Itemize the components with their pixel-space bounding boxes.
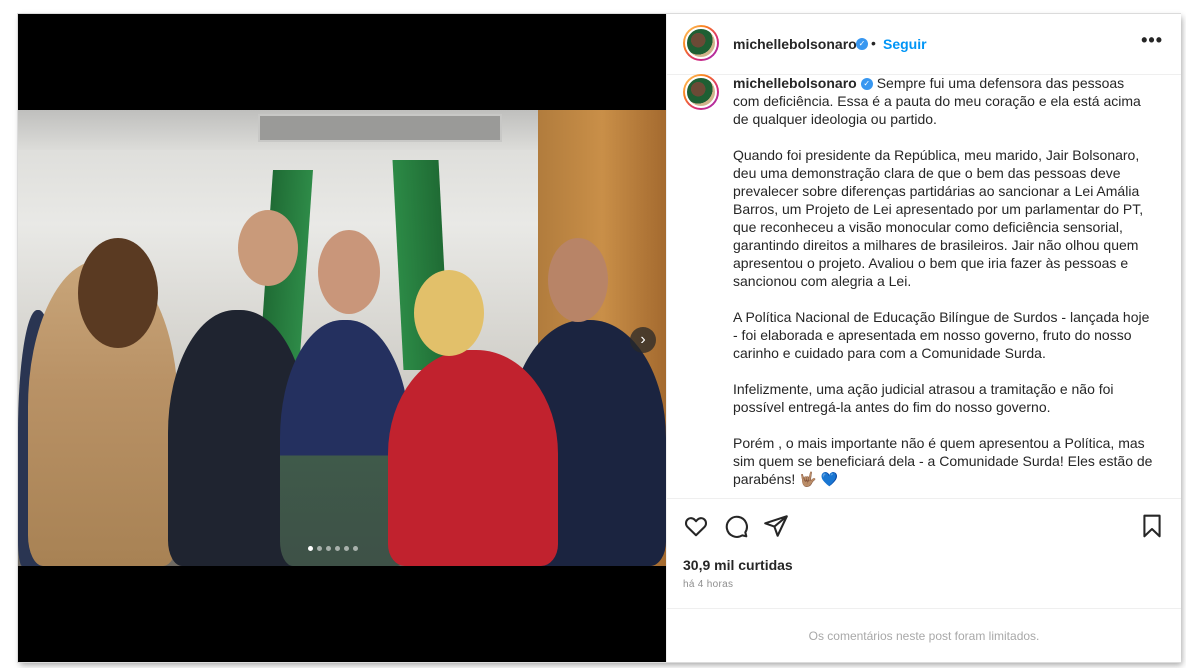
heart-icon[interactable] <box>683 513 709 539</box>
post-timestamp[interactable]: há 4 horas <box>683 579 733 590</box>
separator-dot: • <box>871 35 876 51</box>
carousel-dot <box>353 546 358 551</box>
caption-area: michellebolsonaro ✓ Sempre fui uma defenso… <box>667 74 1181 498</box>
caption-intro: michellebolsonaro ✓ Sempre fui uma defenso… <box>733 74 1153 128</box>
verified-icon: ✓ <box>856 38 868 50</box>
post-header: michellebolsonaro ✓ • Seguir ••• <box>667 14 1181 75</box>
photo-vent <box>258 114 502 142</box>
carousel-dot <box>308 546 313 551</box>
chevron-right-icon: › <box>640 331 646 348</box>
caption-paragraph: Porém , o mais importante não é quem apr… <box>733 435 1153 487</box>
carousel-dot <box>335 546 340 551</box>
carousel-dots <box>308 546 358 551</box>
follow-button[interactable]: Seguir <box>883 36 927 52</box>
carousel-next-button[interactable]: › <box>630 327 656 353</box>
comments-limited-notice: Os comentários neste post foram limitado… <box>667 608 1181 663</box>
post-media[interactable]: › <box>18 14 666 662</box>
bookmark-icon[interactable] <box>1139 513 1165 539</box>
username-link[interactable]: michellebolsonaro <box>733 36 857 52</box>
photo-person <box>388 350 558 566</box>
send-icon[interactable] <box>763 513 789 539</box>
action-bar: 30,9 mil curtidas há 4 horas <box>667 498 1181 609</box>
caption-paragraph: A Política Nacional de Educação Bilíngue… <box>733 309 1150 361</box>
caption-paragraph: Infelizmente, uma ação judicial atrasou … <box>733 381 1114 415</box>
photo-person-head <box>414 270 484 356</box>
carousel-dot <box>344 546 349 551</box>
caption-body: michellebolsonaro ✓ Sempre fui uma defenso… <box>733 74 1153 498</box>
photo-person-head <box>78 238 158 348</box>
photo-person-head <box>238 210 298 286</box>
caption-username-link[interactable]: michellebolsonaro <box>733 75 857 91</box>
caption-paragraph: Quando foi presidente da República, meu … <box>733 147 1144 289</box>
likes-count[interactable]: 30,9 mil curtidas <box>683 557 793 573</box>
photo-person-head <box>548 238 608 322</box>
avatar[interactable] <box>683 74 719 110</box>
carousel-dot <box>326 546 331 551</box>
post-dialog: › michellebolsonaro ✓ • Seguir ••• miche… <box>18 14 1181 662</box>
avatar[interactable] <box>683 25 719 61</box>
photo-person-head <box>318 230 380 314</box>
more-options-icon[interactable]: ••• <box>1141 30 1163 51</box>
verified-icon: ✓ <box>860 78 873 91</box>
comment-icon[interactable] <box>723 513 749 539</box>
post-photo <box>18 110 666 566</box>
carousel-dot <box>317 546 322 551</box>
post-panel: michellebolsonaro ✓ • Seguir ••• michell… <box>666 14 1181 662</box>
